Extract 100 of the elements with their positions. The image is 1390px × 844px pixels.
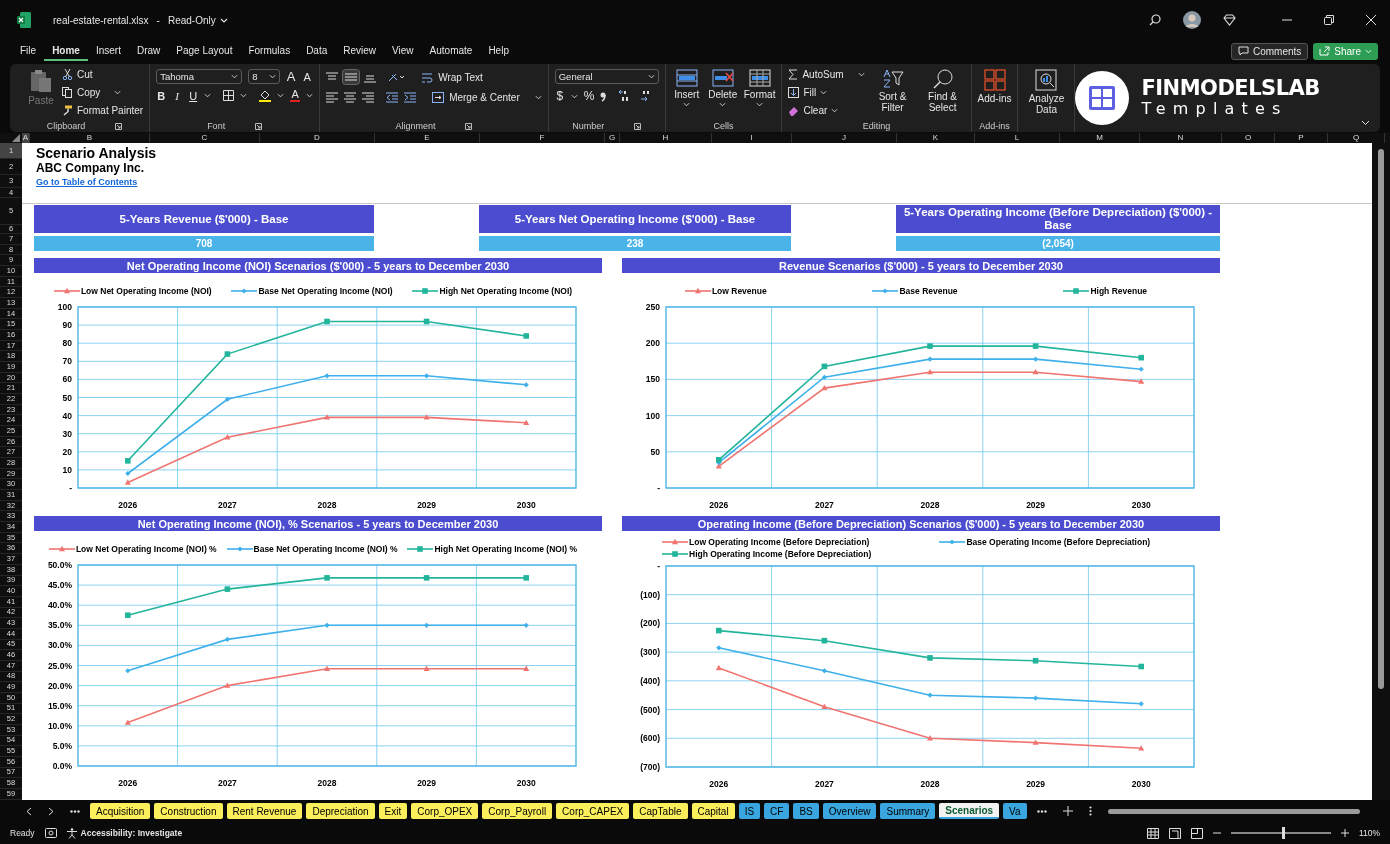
sheet-tab[interactable]: Capital xyxy=(691,803,735,819)
align-top-icon[interactable] xyxy=(326,71,339,83)
font-color-button[interactable]: A xyxy=(290,89,301,102)
text-orientation-icon[interactable] xyxy=(388,71,407,83)
paste-button[interactable]: Paste xyxy=(26,67,56,106)
fill-button[interactable]: Fill xyxy=(788,85,865,100)
font-family-select[interactable]: Tahoma xyxy=(156,69,243,84)
align-middle-icon[interactable] xyxy=(342,69,361,85)
sheet-tab[interactable]: Construction xyxy=(154,803,223,819)
merge-center-button[interactable]: Merge & Center xyxy=(432,90,542,105)
page-break-icon[interactable] xyxy=(1190,827,1203,839)
sheet-tab[interactable]: Scenarios xyxy=(939,803,1000,819)
cut-button[interactable]: Cut xyxy=(62,67,144,82)
sheet-tab[interactable]: CapTable xyxy=(633,803,688,819)
fill-color-icon[interactable] xyxy=(259,89,272,102)
add-sheet-icon[interactable] xyxy=(1062,806,1073,816)
menu-tab[interactable]: Help xyxy=(480,41,517,61)
caret-icon[interactable] xyxy=(570,93,578,99)
borders-icon[interactable] xyxy=(223,90,235,101)
autosum-button[interactable]: AutoSum xyxy=(788,67,865,82)
delete-cells-button[interactable]: Delete xyxy=(707,67,738,107)
menu-tab[interactable]: Automate xyxy=(421,41,481,61)
sheet-tab[interactable]: BS xyxy=(793,803,819,819)
copy-button[interactable]: Copy xyxy=(62,85,144,100)
caret-icon[interactable] xyxy=(204,93,212,98)
menu-tab[interactable]: Data xyxy=(298,41,336,61)
insert-cells-button[interactable]: Insert xyxy=(671,67,702,107)
collapse-ribbon-icon[interactable] xyxy=(1361,120,1370,126)
bold-button[interactable]: B xyxy=(156,89,167,102)
sheet-tab[interactable]: Overview xyxy=(822,803,877,819)
zoom-out-icon[interactable] xyxy=(1212,829,1221,837)
wrap-text-button[interactable]: Wrap Text xyxy=(422,69,483,85)
previous-sheet-icon[interactable] xyxy=(26,806,32,816)
font-size-select[interactable]: 8 xyxy=(248,69,281,84)
sheet-tab[interactable]: Corp_CAPEX xyxy=(556,803,630,819)
format-painter-button[interactable]: Format Painter xyxy=(62,103,144,118)
caret-icon[interactable] xyxy=(277,93,285,98)
dialog-launcher-icon[interactable] xyxy=(255,122,263,130)
table-of-contents-link[interactable]: Go to Table of Contents xyxy=(36,176,138,189)
close-icon[interactable] xyxy=(1366,15,1376,25)
italic-button[interactable]: I xyxy=(172,89,183,102)
shrink-font-button[interactable]: A xyxy=(302,70,313,83)
dialog-launcher-icon[interactable] xyxy=(465,122,473,130)
comments-button[interactable]: Comments xyxy=(1230,42,1309,60)
zoom-slider-thumb[interactable] xyxy=(1281,827,1285,839)
increase-indent-icon[interactable] xyxy=(404,92,417,103)
vertical-scrollbar[interactable] xyxy=(1372,143,1390,800)
menu-tab[interactable]: Draw xyxy=(128,41,169,61)
number-format-select[interactable]: General xyxy=(554,69,659,84)
macro-icon[interactable] xyxy=(44,828,57,838)
dialog-launcher-icon[interactable] xyxy=(115,122,123,130)
read-only-dropdown[interactable]: Read-Only xyxy=(167,14,228,26)
grow-font-button[interactable]: A xyxy=(286,69,297,84)
add-ins-button[interactable]: Add-ins xyxy=(977,67,1012,104)
sheet-tab[interactable]: Corp_OPEX xyxy=(411,803,479,819)
sheet-tab[interactable]: IS xyxy=(738,803,761,819)
menu-tab[interactable]: Home xyxy=(44,41,88,61)
format-cells-button[interactable]: Format xyxy=(743,67,776,107)
underline-button[interactable]: U xyxy=(188,89,199,102)
clear-button[interactable]: Clear xyxy=(788,103,865,118)
zoom-level[interactable]: 110% xyxy=(1358,828,1380,838)
sheet-tab[interactable]: Corp_Payroll xyxy=(482,803,553,819)
more-sheets-icon[interactable] xyxy=(70,809,80,813)
diamond-icon[interactable] xyxy=(1223,14,1236,26)
align-center-icon[interactable] xyxy=(344,92,357,103)
normal-view-icon[interactable] xyxy=(1146,827,1159,839)
menu-tab[interactable]: File xyxy=(12,41,45,61)
sheet-tab[interactable]: Acquisition xyxy=(90,803,151,819)
find-select-button[interactable]: Find & Select xyxy=(920,67,965,113)
align-left-icon[interactable] xyxy=(326,92,339,103)
dialog-launcher-icon[interactable] xyxy=(634,122,642,130)
sheet-tab[interactable]: Exit xyxy=(378,803,408,819)
sort-filter-button[interactable]: Sort & Filter xyxy=(870,67,915,113)
currency-button[interactable]: $ xyxy=(554,89,565,103)
page-layout-icon[interactable] xyxy=(1168,827,1181,839)
comma-style-icon[interactable] xyxy=(600,90,607,102)
caret-icon[interactable] xyxy=(306,93,314,98)
avatar-icon[interactable] xyxy=(1183,11,1201,29)
menu-tab[interactable]: Formulas xyxy=(240,41,299,61)
decrease-indent-icon[interactable] xyxy=(386,92,399,103)
search-icon[interactable] xyxy=(1149,14,1161,26)
sheet-tab[interactable]: Depreciation xyxy=(306,803,375,819)
menu-tab[interactable]: Page Layout xyxy=(168,41,241,61)
analyze-data-button[interactable]: Analyze Data xyxy=(1024,67,1069,115)
align-right-icon[interactable] xyxy=(362,92,375,103)
menu-tab[interactable]: Insert xyxy=(87,41,129,61)
menu-tab[interactable]: View xyxy=(384,41,422,61)
sheet-tab[interactable]: CF xyxy=(764,803,790,819)
caret-icon[interactable] xyxy=(240,93,248,98)
next-sheet-icon[interactable] xyxy=(48,806,54,816)
percent-button[interactable]: % xyxy=(583,89,595,103)
more-options-icon[interactable] xyxy=(1088,806,1092,816)
more-sheets-icon[interactable] xyxy=(1036,809,1047,813)
sheet-tab[interactable]: Summary xyxy=(880,803,936,819)
sheet-tab[interactable]: Va xyxy=(1003,803,1027,819)
accessibility-button[interactable]: Accessibility: Investigate xyxy=(66,827,183,839)
zoom-in-icon[interactable] xyxy=(1340,829,1349,837)
menu-tab[interactable]: Review xyxy=(335,41,385,61)
restore-icon[interactable] xyxy=(1324,15,1334,25)
sheet-tab[interactable]: Rent Revenue xyxy=(226,803,303,819)
